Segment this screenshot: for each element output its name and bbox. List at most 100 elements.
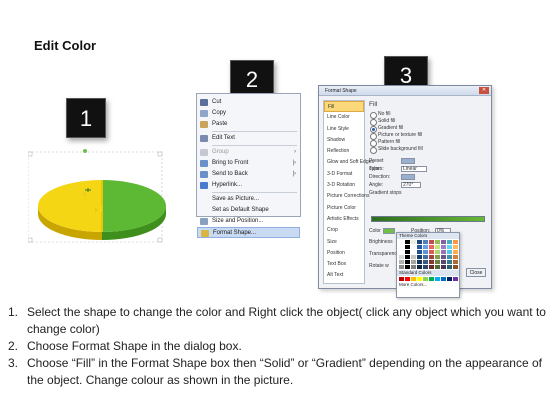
color-swatch[interactable] bbox=[447, 277, 452, 281]
color-swatch[interactable] bbox=[405, 265, 410, 269]
color-swatch[interactable] bbox=[441, 240, 446, 244]
pie-shape[interactable] bbox=[27, 148, 168, 248]
close-icon[interactable]: ✕ bbox=[479, 87, 489, 94]
close-button[interactable]: Close bbox=[466, 268, 486, 277]
angle-input[interactable]: 270° bbox=[401, 182, 421, 188]
sidebar-item-3d-rotation[interactable]: 3-D Rotation bbox=[324, 180, 364, 191]
sidebar-item-glow[interactable]: Glow and Soft Edges bbox=[324, 157, 374, 168]
color-swatch[interactable] bbox=[453, 260, 458, 264]
color-swatch[interactable] bbox=[417, 240, 422, 244]
theme-color-grid[interactable] bbox=[397, 239, 459, 270]
color-swatch[interactable] bbox=[417, 260, 422, 264]
sidebar-item-shadow[interactable]: Shadow bbox=[324, 135, 364, 146]
color-swatch[interactable] bbox=[411, 255, 416, 259]
color-swatch[interactable] bbox=[399, 260, 404, 264]
color-swatch[interactable] bbox=[429, 277, 434, 281]
color-swatch[interactable] bbox=[423, 277, 428, 281]
color-swatch[interactable] bbox=[441, 250, 446, 254]
color-swatch[interactable] bbox=[453, 250, 458, 254]
sidebar-item-fill[interactable]: Fill bbox=[324, 101, 364, 113]
color-swatch[interactable] bbox=[411, 260, 416, 264]
color-swatch[interactable] bbox=[441, 245, 446, 249]
menu-item-hyperlink[interactable]: Hyperlink... bbox=[197, 180, 300, 191]
menu-item-paste[interactable]: Paste bbox=[197, 119, 300, 130]
color-swatch[interactable] bbox=[411, 240, 416, 244]
color-swatch[interactable] bbox=[435, 265, 440, 269]
menu-item-format-shape[interactable]: Format Shape... bbox=[197, 227, 300, 238]
direction-dropdown[interactable] bbox=[401, 174, 415, 180]
color-swatch[interactable] bbox=[435, 250, 440, 254]
color-swatch[interactable] bbox=[423, 240, 428, 244]
color-swatch[interactable] bbox=[399, 245, 404, 249]
color-swatch[interactable] bbox=[453, 277, 458, 281]
radio-solid-fill[interactable]: Solid fill bbox=[369, 118, 489, 126]
color-swatch[interactable] bbox=[399, 265, 404, 269]
sidebar-item-reflection[interactable]: Reflection bbox=[324, 146, 364, 157]
color-swatch[interactable] bbox=[423, 250, 428, 254]
color-swatch[interactable] bbox=[405, 250, 410, 254]
color-swatch[interactable] bbox=[453, 265, 458, 269]
color-swatch[interactable] bbox=[441, 255, 446, 259]
type-select[interactable]: Linear bbox=[401, 166, 427, 172]
color-swatch[interactable] bbox=[417, 277, 422, 281]
menu-item-edit-text[interactable]: Edit Text bbox=[197, 133, 300, 144]
color-swatch[interactable] bbox=[435, 277, 440, 281]
color-swatch[interactable] bbox=[447, 265, 452, 269]
color-swatch[interactable] bbox=[405, 255, 410, 259]
color-swatch[interactable] bbox=[423, 260, 428, 264]
sidebar-item-position[interactable]: Position bbox=[324, 248, 364, 259]
color-swatch[interactable] bbox=[447, 245, 452, 249]
color-swatch[interactable] bbox=[411, 265, 416, 269]
rotate-checkbox[interactable]: Rotate w bbox=[369, 262, 389, 270]
color-swatch[interactable] bbox=[435, 260, 440, 264]
sidebar-item-size[interactable]: Size bbox=[324, 237, 364, 248]
sidebar-item-alt-text[interactable]: Alt Text bbox=[324, 270, 364, 281]
color-swatch[interactable] bbox=[447, 260, 452, 264]
radio-no-fill[interactable]: No fill bbox=[369, 111, 489, 119]
menu-item-size-position[interactable]: Size and Position... bbox=[197, 216, 300, 227]
sidebar-item-line-style[interactable]: Line Style bbox=[324, 124, 364, 135]
color-picker-button[interactable] bbox=[383, 228, 395, 234]
color-swatch[interactable] bbox=[435, 240, 440, 244]
color-swatch[interactable] bbox=[417, 245, 422, 249]
color-swatch[interactable] bbox=[399, 255, 404, 259]
gradient-bar[interactable] bbox=[371, 216, 485, 222]
color-swatch[interactable] bbox=[453, 240, 458, 244]
color-swatch[interactable] bbox=[423, 265, 428, 269]
color-swatch[interactable] bbox=[453, 255, 458, 259]
menu-item-save-as-picture[interactable]: Save as Picture... bbox=[197, 194, 300, 205]
color-swatch[interactable] bbox=[441, 265, 446, 269]
color-swatch[interactable] bbox=[447, 255, 452, 259]
color-swatch[interactable] bbox=[429, 260, 434, 264]
sidebar-item-picture-color[interactable]: Picture Color bbox=[324, 203, 364, 214]
menu-item-set-default[interactable]: Set as Default Shape bbox=[197, 205, 300, 216]
color-swatch[interactable] bbox=[405, 277, 410, 281]
menu-item-copy[interactable]: Copy bbox=[197, 108, 300, 119]
sidebar-item-picture-corrections[interactable]: Picture Corrections bbox=[324, 191, 370, 202]
color-swatch[interactable] bbox=[453, 245, 458, 249]
color-swatch[interactable] bbox=[411, 250, 416, 254]
color-swatch[interactable] bbox=[447, 250, 452, 254]
color-swatch[interactable] bbox=[405, 245, 410, 249]
color-swatch[interactable] bbox=[399, 240, 404, 244]
menu-item-send-to-back[interactable]: Send to Back |› bbox=[197, 169, 300, 180]
color-swatch[interactable] bbox=[417, 250, 422, 254]
color-swatch[interactable] bbox=[405, 240, 410, 244]
color-swatch[interactable] bbox=[429, 250, 434, 254]
more-colors-link[interactable]: More Colors... bbox=[397, 282, 459, 288]
sidebar-item-3d-format[interactable]: 3-D Format bbox=[324, 169, 364, 180]
color-swatch[interactable] bbox=[405, 260, 410, 264]
color-swatch[interactable] bbox=[441, 260, 446, 264]
color-swatch[interactable] bbox=[429, 240, 434, 244]
sidebar-item-text-box[interactable]: Text Box bbox=[324, 259, 364, 270]
color-swatch[interactable] bbox=[417, 255, 422, 259]
color-swatch[interactable] bbox=[441, 277, 446, 281]
color-swatch[interactable] bbox=[411, 277, 416, 281]
color-swatch[interactable] bbox=[429, 245, 434, 249]
sidebar-item-crop[interactable]: Crop bbox=[324, 225, 364, 236]
color-swatch[interactable] bbox=[399, 277, 404, 281]
color-swatch[interactable] bbox=[423, 245, 428, 249]
color-swatch[interactable] bbox=[429, 255, 434, 259]
radio-slide-bg-fill[interactable]: Slide background fill bbox=[369, 146, 489, 154]
radio-gradient-fill[interactable]: Gradient fill bbox=[369, 125, 489, 133]
